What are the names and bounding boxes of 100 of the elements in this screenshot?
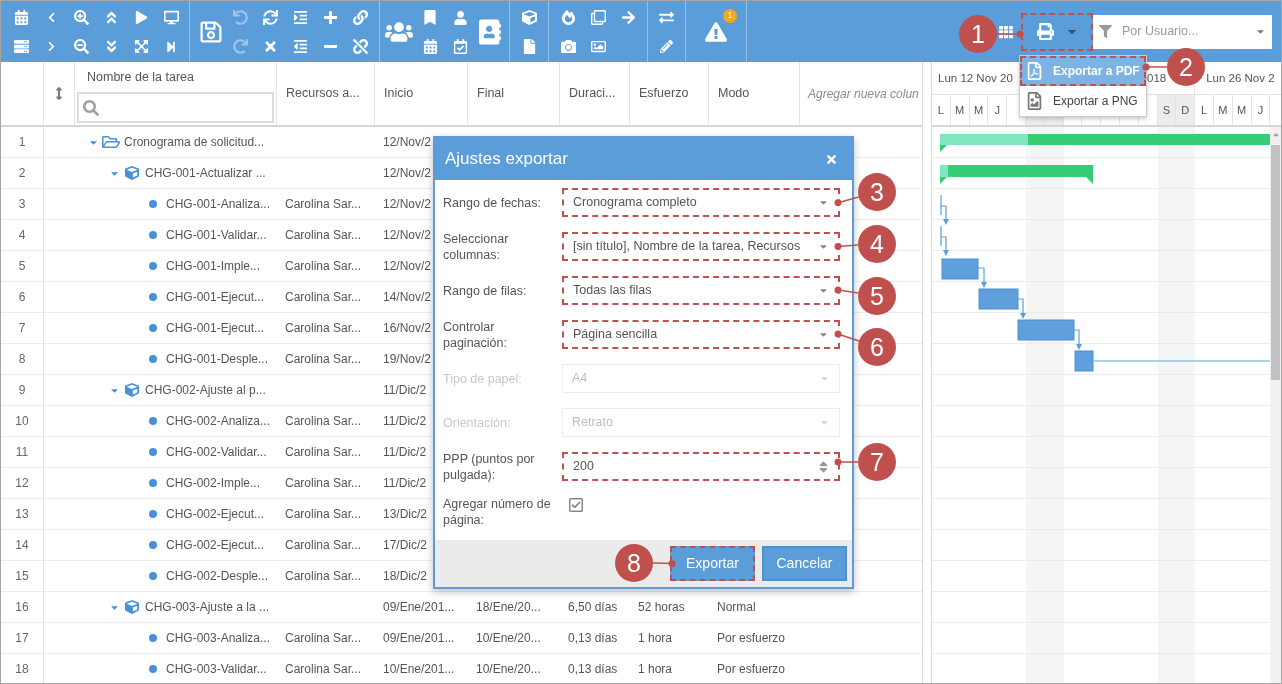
callout-number: 4 xyxy=(858,225,896,263)
row-number: 2 xyxy=(1,158,44,188)
outdent-icon[interactable] xyxy=(292,39,308,54)
scrollbar[interactable] xyxy=(1270,127,1281,683)
dialog-button[interactable]: Cancelar xyxy=(762,546,847,581)
play-icon[interactable] xyxy=(134,11,148,24)
table-cell-text: 12/Nov/2 xyxy=(383,227,432,244)
table-cell-text: Carolina Sar... xyxy=(285,630,362,647)
menu-item[interactable]: Exportar a PNG xyxy=(1020,86,1146,116)
bullet-icon xyxy=(149,479,157,487)
week-label: Lun 12 Nov 20 xyxy=(938,72,1013,84)
table-cell-text: Carolina Sar... xyxy=(285,413,362,430)
row-number: 5 xyxy=(1,251,44,281)
plus-icon[interactable] xyxy=(322,10,338,25)
bullet-icon xyxy=(149,324,157,332)
column-header: Recursos a... xyxy=(286,85,360,103)
table-cell-text: 11/Dic/2 xyxy=(383,444,427,461)
stepper-icon[interactable] xyxy=(819,459,828,474)
calendar-icon[interactable] xyxy=(422,39,438,54)
flame-icon[interactable] xyxy=(560,10,576,25)
calendar-check-icon[interactable] xyxy=(453,39,468,54)
cube-icon xyxy=(125,383,139,397)
grid-icon[interactable] xyxy=(999,24,1013,39)
link-icon[interactable] xyxy=(352,10,368,25)
dialog-button[interactable]: Exportar xyxy=(670,546,755,581)
table-cell-text: Carolina Sar... xyxy=(285,537,362,554)
table-cell-text: 12/Nov/2 xyxy=(383,196,432,213)
table-cell-text: 10/Ene/20... xyxy=(476,661,541,678)
task-name: CHG-001-Ejecut... xyxy=(166,320,265,337)
user-icon[interactable] xyxy=(454,10,467,25)
swap-arrows-icon[interactable] xyxy=(659,10,674,25)
menu-item[interactable]: Exportar a PDF xyxy=(1020,56,1146,86)
table-cell-text: 16/Nov/2 xyxy=(383,320,432,337)
arrow-right-icon[interactable] xyxy=(620,10,636,25)
table-cell-text: Carolina Sar... xyxy=(285,258,362,275)
callout-number: 2 xyxy=(1167,48,1205,86)
zoom-in-icon[interactable] xyxy=(73,10,89,25)
table-cell-text: 1 hora xyxy=(638,630,673,647)
table-cell-text: 10/Ene/20... xyxy=(476,630,541,647)
close-icon[interactable] xyxy=(825,152,838,166)
callout-number: 5 xyxy=(858,277,896,315)
dropdown-field[interactable]: [sin título], Nombre de la tarea, Recursos xyxy=(562,232,840,261)
number-field[interactable]: 200 xyxy=(562,452,840,481)
calendar-icon[interactable] xyxy=(13,10,29,25)
sort-icon[interactable] xyxy=(55,87,63,100)
camera-icon[interactable] xyxy=(560,39,576,54)
indent-icon[interactable] xyxy=(292,10,308,25)
task-name: CHG-002-Ejecut... xyxy=(166,537,265,554)
contact-book-icon[interactable] xyxy=(479,19,501,45)
alert-count: 1 xyxy=(723,8,737,23)
skip-forward-icon[interactable] xyxy=(165,40,177,53)
table-cell-text: 11/Dic/2 xyxy=(383,413,427,430)
dependency-arrow xyxy=(1073,329,1082,350)
table-cell-text: 52 horas xyxy=(638,599,685,616)
table-cell-text: 18/Dic/2 xyxy=(383,568,428,585)
row-number: 17 xyxy=(1,623,44,653)
table-cell-text: 6,50 días xyxy=(568,599,618,616)
callout-number: 6 xyxy=(858,328,896,366)
file-icon[interactable] xyxy=(521,39,537,54)
copy-icon[interactable] xyxy=(590,10,606,25)
refresh-icon[interactable] xyxy=(262,10,278,25)
image-icon[interactable] xyxy=(590,39,606,54)
field-label: Seleccionar columnas: xyxy=(443,230,510,263)
add-column-header[interactable]: Agregar nueva colun xyxy=(808,84,919,103)
column-header: Inicio xyxy=(384,85,414,103)
table-cell-text: Carolina Sar... xyxy=(285,196,362,213)
cube-icon[interactable] xyxy=(521,10,537,25)
field-label: Rango de fechas: xyxy=(443,194,542,211)
pencil-icon[interactable] xyxy=(660,40,673,53)
bullet-icon xyxy=(149,355,157,363)
dropdown-field[interactable]: Todas las filas xyxy=(562,276,840,305)
monitor-icon[interactable] xyxy=(163,10,179,25)
table-cell-text: Por esfuerzo xyxy=(717,630,786,647)
filter-dropdown[interactable]: Por Usuario... xyxy=(1093,14,1272,49)
zoom-out-icon[interactable] xyxy=(73,39,89,54)
dropdown-field[interactable]: Cronograma completo xyxy=(562,188,840,217)
scrollbar-thumb[interactable] xyxy=(1271,145,1280,380)
task-bar xyxy=(1017,319,1075,341)
day-header: D xyxy=(1176,95,1196,125)
table-cell-text: 13/Dic/2 xyxy=(383,506,428,523)
search-field[interactable] xyxy=(77,92,274,123)
table-cell-text: 11/Dic/2 xyxy=(383,382,427,399)
warning-icon[interactable] xyxy=(705,20,727,43)
checkbox[interactable] xyxy=(568,497,584,513)
row-number: 11 xyxy=(1,437,44,467)
table-cell-text: Carolina Sar... xyxy=(285,475,362,492)
field-label: PPP (puntos por pulgada): xyxy=(443,450,536,483)
dependency-arrow xyxy=(940,225,949,256)
callout-number: 3 xyxy=(858,173,896,211)
bookmark-icon[interactable] xyxy=(424,10,436,25)
task-name: CHG-001-Actualizar ... xyxy=(145,165,266,182)
stacked-rows-icon[interactable] xyxy=(13,39,29,54)
dropdown-field[interactable]: Página sencilla xyxy=(562,320,840,349)
task-name: CHG-003-Ajuste a la ... xyxy=(145,599,270,616)
task-name: CHG-002-Desple... xyxy=(166,568,269,585)
column-header: Esfuerzo xyxy=(639,85,689,103)
search-icon xyxy=(83,99,99,116)
expand-icon[interactable] xyxy=(133,39,149,54)
save-icon[interactable] xyxy=(199,20,223,44)
unlink-icon[interactable] xyxy=(352,39,368,54)
